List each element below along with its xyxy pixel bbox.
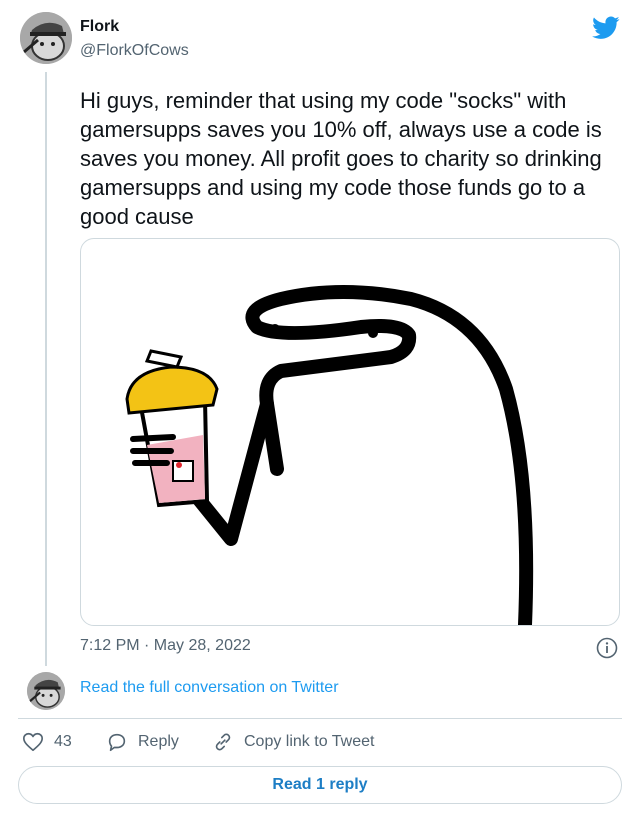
tweet-embed-card: Flork @FlorkOfCows Hi guys, reminder tha… — [0, 0, 640, 822]
speech-bubble-icon — [108, 733, 126, 752]
tweet-media-image[interactable] — [80, 238, 620, 626]
tweet-timestamp[interactable]: 7:12 PM · May 28, 2022 — [80, 637, 251, 655]
read-conversation-link[interactable]: Read the full conversation on Twitter — [80, 679, 339, 697]
reply-label: Reply — [138, 733, 179, 750]
like-count: 43 — [54, 733, 72, 750]
link-icon — [215, 733, 231, 751]
thread-line — [45, 72, 47, 666]
copy-link-button[interactable]: Copy link to Tweet — [212, 731, 374, 753]
heart-icon — [23, 732, 43, 752]
author-name[interactable]: Flork — [80, 18, 119, 36]
read-replies-button[interactable]: Read 1 reply — [18, 766, 622, 804]
reply-button[interactable]: Reply — [106, 731, 179, 753]
divider — [18, 718, 622, 719]
author-avatar[interactable] — [20, 12, 72, 64]
twitter-bird-icon[interactable] — [592, 16, 620, 40]
author-handle[interactable]: @FlorkOfCows — [80, 42, 189, 60]
author-avatar-small[interactable] — [27, 672, 65, 710]
like-button[interactable]: 43 — [22, 731, 72, 753]
info-icon[interactable] — [596, 637, 618, 659]
copy-link-label: Copy link to Tweet — [244, 733, 375, 750]
tweet-text: Hi guys, reminder that using my code "so… — [80, 88, 602, 229]
